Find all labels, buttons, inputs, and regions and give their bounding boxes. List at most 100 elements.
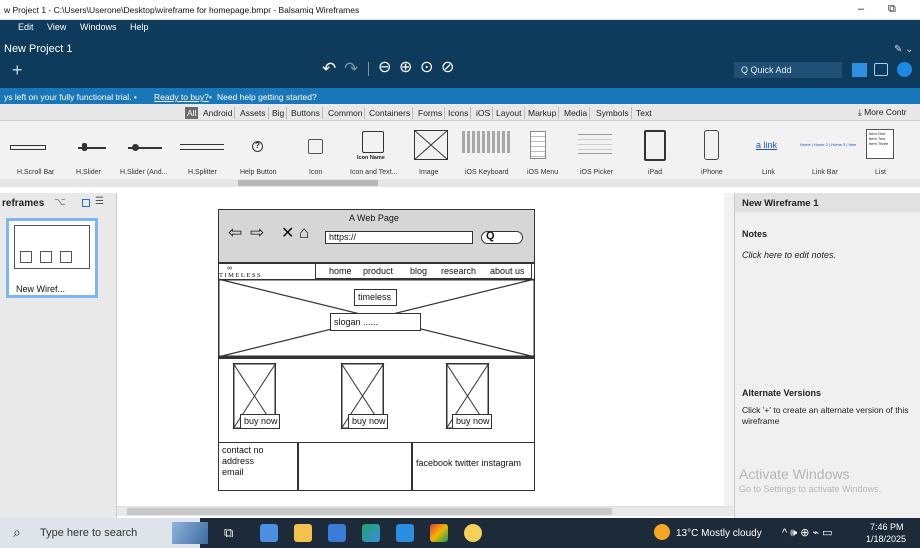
taskbar-search-box[interactable]: ⌕ Type here to search [0, 518, 200, 548]
filter-assets[interactable]: Assets [238, 107, 269, 119]
restore-button[interactable]: ⧉ [888, 3, 896, 16]
filter-all[interactable]: All [185, 107, 199, 119]
vscode-icon[interactable] [396, 524, 414, 542]
redo-icon[interactable]: ↷ [344, 60, 358, 77]
clock-time[interactable]: 7:46 PM [870, 522, 904, 532]
canvas-vscrollbar[interactable] [724, 193, 734, 506]
notes-input[interactable]: Click here to edit notes. [742, 250, 836, 260]
ios-picker-preview[interactable] [578, 134, 612, 154]
mail-icon[interactable] [328, 524, 346, 542]
ready-to-buy-link[interactable]: Ready to buy? [154, 92, 209, 102]
undo-icon[interactable]: ↶ [322, 60, 336, 77]
file-explorer-icon[interactable] [294, 524, 312, 542]
menu-bar: Edit View Windows Help [0, 20, 920, 35]
search-icon: Q [486, 230, 495, 242]
menu-edit[interactable]: Edit [18, 22, 34, 32]
library-scroll-thumb[interactable] [238, 180, 378, 186]
info-icon[interactable] [897, 62, 912, 77]
footer-social-links[interactable]: facebook twitter instagram [416, 458, 521, 468]
filter-android[interactable]: Android [201, 107, 236, 119]
weather-text[interactable]: 13°C Mostly cloudy [676, 528, 762, 539]
ui-library-icon[interactable] [852, 63, 867, 77]
add-project-button[interactable]: + [12, 61, 23, 79]
wireframe-canvas[interactable]: A Web Page ⇦ ⇨ ✕ ⌂ https:// Q ∞ TIMELESS… [117, 193, 734, 513]
filter-containers[interactable]: Containers [367, 107, 414, 119]
weather-icon[interactable] [654, 524, 670, 540]
filter-markup[interactable]: Markup [526, 107, 560, 119]
nav-home[interactable]: home [329, 266, 352, 276]
list-view-icon[interactable]: ☰ [95, 196, 104, 207]
filter-ios[interactable]: iOS [474, 107, 494, 119]
nav-blog[interactable]: blog [410, 266, 427, 276]
list-preview[interactable]: Item One Item Two Item Three [866, 129, 894, 159]
thumbnail-image [20, 251, 32, 263]
search-field[interactable]: Q [481, 230, 523, 244]
filter-media[interactable]: Media [562, 107, 591, 119]
ipad-preview[interactable] [644, 130, 666, 161]
url-field[interactable]: https:// [325, 231, 473, 244]
tree-icon[interactable]: ⌥ [54, 197, 66, 208]
library-item-label: H.Splitter [188, 169, 217, 176]
project-name[interactable]: New Project 1 [4, 43, 72, 55]
buy-now-button[interactable]: buy now [348, 414, 388, 429]
comment-icon[interactable] [874, 63, 888, 76]
buy-now-button[interactable]: buy now [452, 414, 492, 429]
zoom-in-icon[interactable]: ⊕ [399, 59, 412, 76]
iphone-preview[interactable] [704, 130, 719, 160]
icon-and-text-preview[interactable] [362, 131, 384, 153]
balsamiq-icon[interactable] [464, 524, 482, 542]
canvas-hscrollbar[interactable] [117, 506, 734, 516]
minimize-button[interactable]: – [858, 3, 864, 15]
filter-common[interactable]: Common [326, 107, 366, 119]
quick-add-input[interactable]: Q Quick Add [734, 62, 842, 78]
widgets-icon[interactable] [260, 524, 278, 542]
filter-icons[interactable]: Icons [446, 107, 472, 119]
library-filter-bar: All Android Assets Big Buttons Common Co… [0, 104, 920, 121]
buy-now-button[interactable]: buy now [240, 414, 280, 429]
thumbnail-view-icon[interactable] [82, 199, 90, 207]
back-icon[interactable]: ⇦ [228, 223, 242, 243]
system-tray-icons[interactable]: ^ 🕪 ⊕ ⌁ ▭ [782, 526, 833, 540]
canvas-hscroll-thumb[interactable] [127, 508, 612, 515]
more-controls-button[interactable]: ⤓ More Contr [858, 107, 907, 118]
filter-forms[interactable]: Forms [416, 107, 446, 119]
filter-big[interactable]: Big [270, 107, 288, 119]
image-preview[interactable] [414, 130, 448, 160]
filter-text[interactable]: Text [634, 107, 654, 119]
library-scrollbar[interactable] [0, 179, 920, 187]
pen-icon[interactable]: ✎ ⌄ [894, 44, 914, 55]
zoom-fit-icon[interactable]: ⊙ [420, 59, 433, 76]
home-icon[interactable]: ⌂ [299, 223, 309, 243]
icon-preview[interactable] [308, 139, 323, 154]
help-getting-started-link[interactable]: Need help getting started? [217, 92, 317, 102]
edge-icon[interactable] [362, 524, 380, 542]
zoom-reset-icon[interactable]: ⊘ [441, 59, 454, 76]
hscrollbar-preview[interactable] [10, 145, 46, 150]
buy-now-label: buy now [352, 416, 386, 426]
filter-buttons[interactable]: Buttons [289, 107, 323, 119]
help-button-preview[interactable]: ? [252, 141, 263, 152]
ios-menu-preview[interactable] [530, 131, 546, 159]
forward-icon[interactable]: ⇨ [250, 223, 264, 243]
wireframe-name[interactable]: New Wireframe 1 [742, 198, 818, 209]
chrome-icon[interactable] [430, 524, 448, 542]
close-icon[interactable]: ✕ [281, 223, 294, 243]
footer-contact-no: contact no [222, 445, 264, 455]
link-bar-preview[interactable]: Home | Home 2 | Home 3 | Item [800, 142, 856, 147]
menu-view[interactable]: View [47, 22, 66, 32]
quick-add-placeholder: Q Quick Add [741, 65, 792, 75]
nav-research[interactable]: research [441, 266, 476, 276]
menu-help[interactable]: Help [130, 22, 149, 32]
hsplitter-preview[interactable] [180, 144, 224, 145]
zoom-out-icon[interactable]: ⊖ [378, 59, 391, 76]
ios-keyboard-preview[interactable] [462, 131, 510, 153]
link-preview[interactable]: a link [756, 140, 777, 150]
nav-about-us[interactable]: about us [490, 266, 525, 276]
nav-product[interactable]: product [363, 266, 393, 276]
clock-date[interactable]: 1/18/2025 [866, 534, 906, 544]
task-view-icon[interactable]: ⧉ [224, 525, 233, 541]
filter-symbols[interactable]: Symbols [594, 107, 632, 119]
activate-windows-title: Activate Windows [739, 466, 850, 482]
filter-layout[interactable]: Layout [494, 107, 525, 119]
menu-windows[interactable]: Windows [80, 22, 117, 32]
